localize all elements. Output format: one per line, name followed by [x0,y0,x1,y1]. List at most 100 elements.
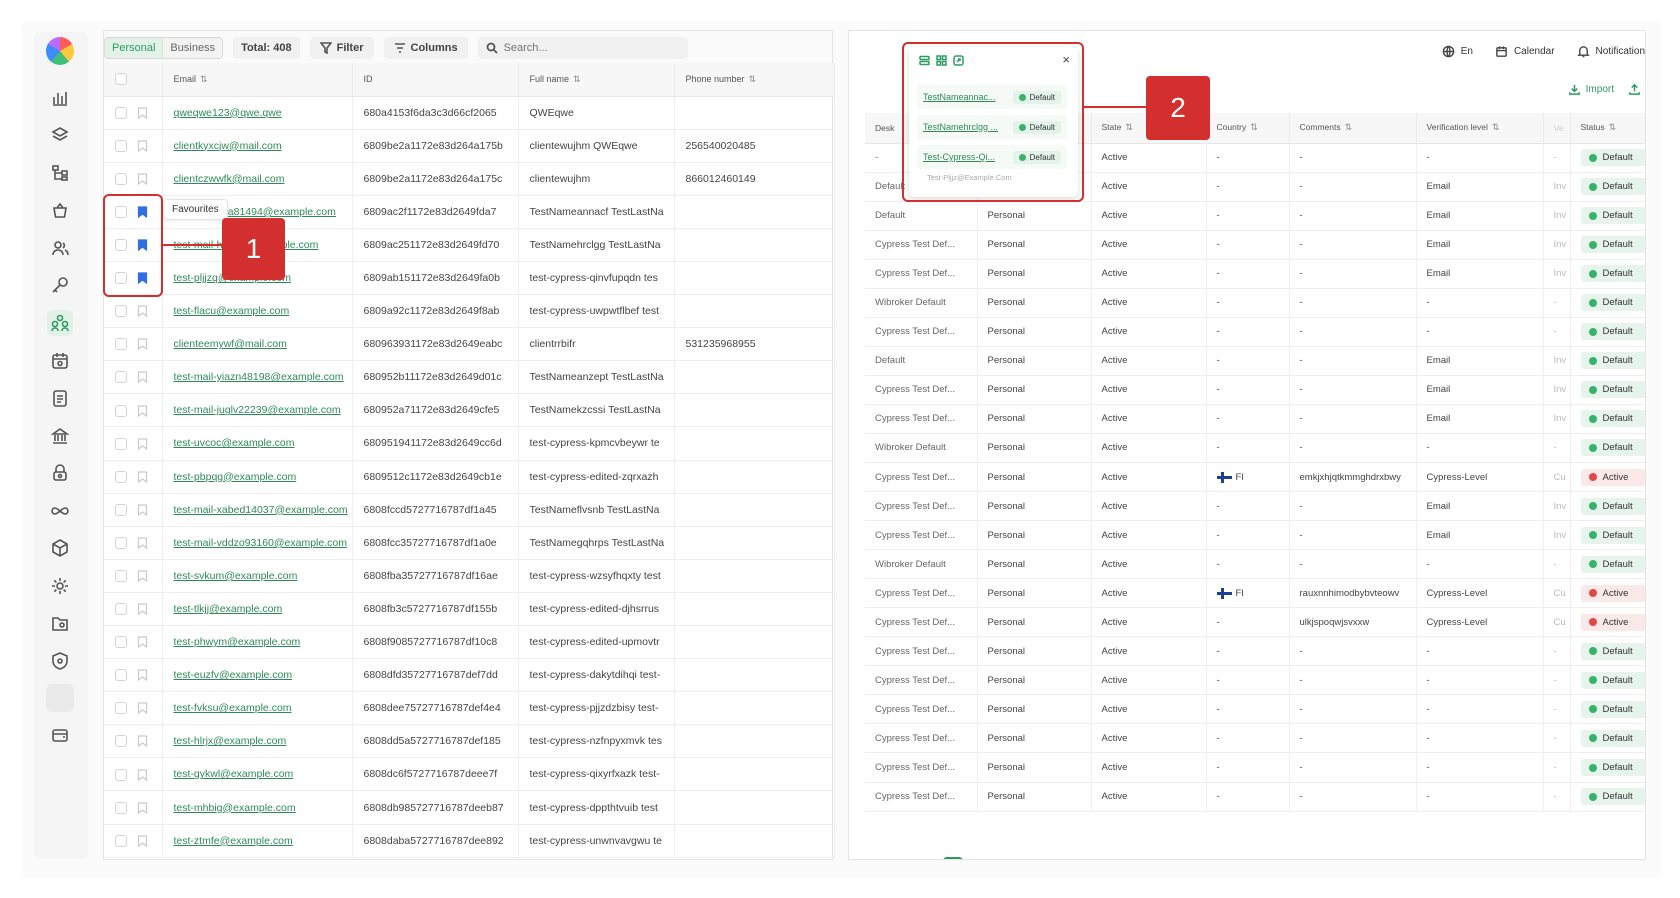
bookmark-icon[interactable] [137,504,148,516]
table-row[interactable]: Cypress Test Def... Personal Active - - - - Def… [865,723,1645,754]
status-dropdown[interactable]: Active [1580,613,1645,631]
table-row[interactable]: clientkyxcjw@mail.com 6809be2a1172e83d264… [104,129,835,163]
row-checkbox[interactable] [115,172,127,185]
lock-search-icon[interactable] [47,460,73,486]
bookmark-icon[interactable] [137,437,148,450]
status-dropdown[interactable]: Default [1580,265,1645,283]
table-row[interactable]: test-flacu@example.com 6809a92c1172e83d26… [104,294,835,329]
users-icon[interactable] [47,235,73,261]
row-checkbox[interactable] [115,404,127,417]
filter-button[interactable]: Filter [309,37,374,59]
bookmark-icon[interactable] [137,404,148,417]
sort-icon[interactable]: ⇅ [573,74,581,84]
status-dropdown[interactable]: Default [1580,526,1645,544]
table-row[interactable]: Wibroker Default Personal Active - - - - Defaul… [865,288,1645,318]
table-row[interactable]: Cypress Test Def... Personal Active - - - - Def… [865,636,1645,667]
folder-icon[interactable] [47,610,73,636]
export-icon[interactable] [1628,83,1641,96]
table-row[interactable]: test-svkum@example.com 6808fba35727716787… [104,559,835,593]
layers-icon[interactable] [47,122,73,148]
email-link[interactable]: test-mail-xabed14037@example.com [174,504,348,516]
table-row[interactable]: test-phwym@example.com 6808f9085727716787… [104,625,835,660]
status-dropdown[interactable]: Default [1580,207,1645,225]
email-link[interactable]: test-euzfv@example.com [174,669,293,681]
table-row[interactable]: Cypress Test Def... Personal Active - - - - Def… [865,782,1645,812]
gear-icon[interactable] [47,573,73,599]
bookmark-icon[interactable] [137,768,148,781]
table-row[interactable]: test-pljjzq@example.com6809ab151172e83d2… [104,261,835,296]
table-row[interactable]: Cypress Test Def... Personal Active - - Email… [865,375,1645,405]
status-dropdown[interactable]: Default [1580,294,1645,312]
row-checkbox[interactable] [115,106,127,119]
status-dropdown[interactable]: Default [1580,439,1645,457]
page-5-button[interactable]: 5 [1039,857,1059,859]
sort-icon[interactable]: ⇅ [749,74,757,84]
sort-icon[interactable]: ⇅ [1125,122,1133,132]
status-dropdown[interactable]: Default [1580,410,1645,428]
chart-icon[interactable] [47,85,73,111]
bookmark-icon[interactable] [137,735,148,748]
status-dropdown[interactable]: Active [1580,584,1645,602]
language-selector[interactable]: En [1442,45,1473,58]
page-4-button[interactable]: 4 [1015,857,1035,859]
infinity-icon[interactable] [47,498,73,524]
email-link[interactable]: test-mail-yiazn48198@example.com [174,371,344,383]
tasks-icon[interactable] [47,385,73,411]
email-link[interactable]: test-mail-juglv22239@example.com [174,404,341,416]
email-link[interactable]: test-uvcoc@example.com [174,437,295,449]
status-dropdown[interactable]: Default [1580,671,1645,689]
table-row[interactable]: clientczwwfk@mail.com 6809be2a1172e83d264… [104,162,835,196]
table-row[interactable]: test-mail-juglv22239@example.com 680952a7… [104,393,835,428]
status-dropdown[interactable]: Default [1580,497,1645,515]
bookmark-icon[interactable] [137,371,148,384]
bookmark-icon[interactable] [137,471,148,483]
bookmark-icon[interactable] [137,802,148,814]
nav-placeholder[interactable] [46,684,74,712]
row-checkbox[interactable] [115,669,127,682]
prev-page-button[interactable]: ‹ [919,857,939,859]
bookmark-icon[interactable] [137,107,148,119]
table-row[interactable]: Cypress Test Def... Personal Active - - Email… [865,259,1645,289]
table-row[interactable]: Default Personal Active - - Email Inv Default [865,201,1645,231]
header-phone[interactable]: Phone number ⇅ [674,63,835,97]
basket-icon[interactable] [47,198,73,224]
table-row[interactable]: test-ztmfe@example.com 6808daba5727716787… [104,824,835,858]
bookmark-icon[interactable] [137,702,148,715]
bookmark-icon[interactable] [137,570,148,583]
email-link[interactable]: test-phwym@example.com [174,636,301,648]
email-link[interactable]: test-ztmfe@example.com [174,835,293,847]
header-status[interactable]: Status ⇅ [1570,113,1645,144]
header-comments[interactable]: Comments ⇅ [1289,113,1417,144]
table-row[interactable]: test-uvcoc@example.com 680951941172e83d26… [104,426,835,461]
table-row[interactable]: Cypress Test Def... Personal Active - - Email… [865,404,1645,434]
wallet-icon[interactable] [47,722,73,748]
search-input[interactable] [503,42,674,54]
row-checkbox[interactable] [115,636,127,649]
table-row[interactable]: test-mail-xabed14037@example.com 6808fccd… [104,493,835,527]
header-ve[interactable]: Ve [1543,113,1571,144]
email-link[interactable]: qweqwe123@qwe.qwe [174,107,282,119]
hierarchy-icon[interactable] [47,160,73,186]
status-dropdown[interactable]: Default [1580,236,1645,254]
email-link[interactable]: clientczwwfk@mail.com [174,173,285,185]
table-row[interactable]: test-hlrjx@example.com 6808dd5a5727716787… [104,724,835,759]
email-link[interactable]: clientkyxcjw@mail.com [174,140,282,152]
table-row[interactable]: test-euzfv@example.com 6808dfd35727716787… [104,658,835,693]
row-checkbox[interactable] [115,801,127,814]
table-row[interactable]: Cypress Test Def... Personal Active - - - - Def… [865,752,1645,783]
table-row[interactable]: test-mhbig@example.com 6808db985727716787… [104,790,835,825]
status-dropdown[interactable]: Default [1580,729,1645,747]
tab-business[interactable]: Business [163,38,223,58]
table-row[interactable]: Cypress Test Def... Personal Active - - Email… [865,520,1645,551]
header-country[interactable]: Country ⇅ [1206,113,1290,144]
row-checkbox[interactable] [115,536,127,549]
status-dropdown[interactable]: Default [1580,352,1645,370]
row-checkbox[interactable] [115,470,127,483]
notification-button[interactable]: Notification [1576,45,1645,58]
table-row[interactable]: qweqwe123@qwe.qwe 680a4153f6da3c3d66cf206… [104,96,835,130]
row-checkbox[interactable] [115,735,127,748]
row-checkbox[interactable] [115,503,127,516]
status-dropdown[interactable]: Default [1580,700,1645,718]
bookmark-icon[interactable] [137,835,148,847]
table-row[interactable]: test-tlkjj@example.com 6808fb3c5727716787… [104,592,835,627]
